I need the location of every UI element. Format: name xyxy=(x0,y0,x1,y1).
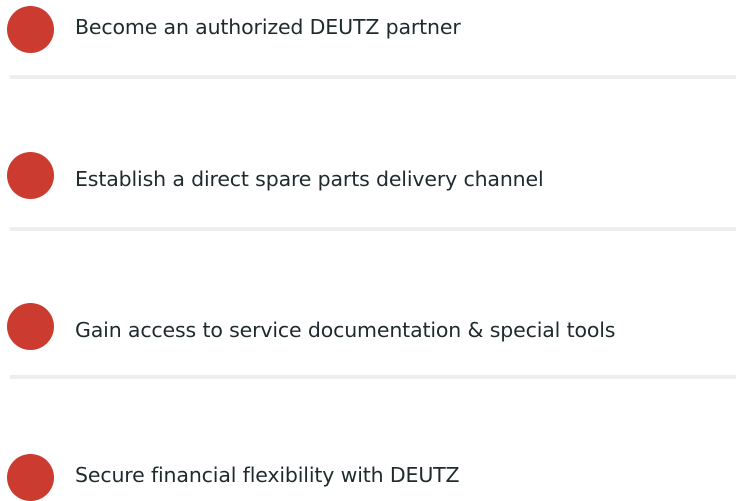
divider xyxy=(10,375,736,379)
benefit-label: Gain access to service documentation & s… xyxy=(75,318,616,342)
bullet-dot-icon xyxy=(7,6,54,53)
benefit-list: Become an authorized DEUTZ partner Estab… xyxy=(0,0,736,501)
benefit-label: Become an authorized DEUTZ partner xyxy=(75,15,461,39)
benefit-label: Secure financial flexibility with DEUTZ xyxy=(75,463,460,487)
divider xyxy=(10,227,736,231)
bullet-dot-icon xyxy=(7,303,54,350)
divider xyxy=(10,75,736,79)
bullet-dot-icon xyxy=(7,152,54,199)
benefit-label: Establish a direct spare parts delivery … xyxy=(75,167,544,191)
bullet-dot-icon xyxy=(7,454,54,501)
